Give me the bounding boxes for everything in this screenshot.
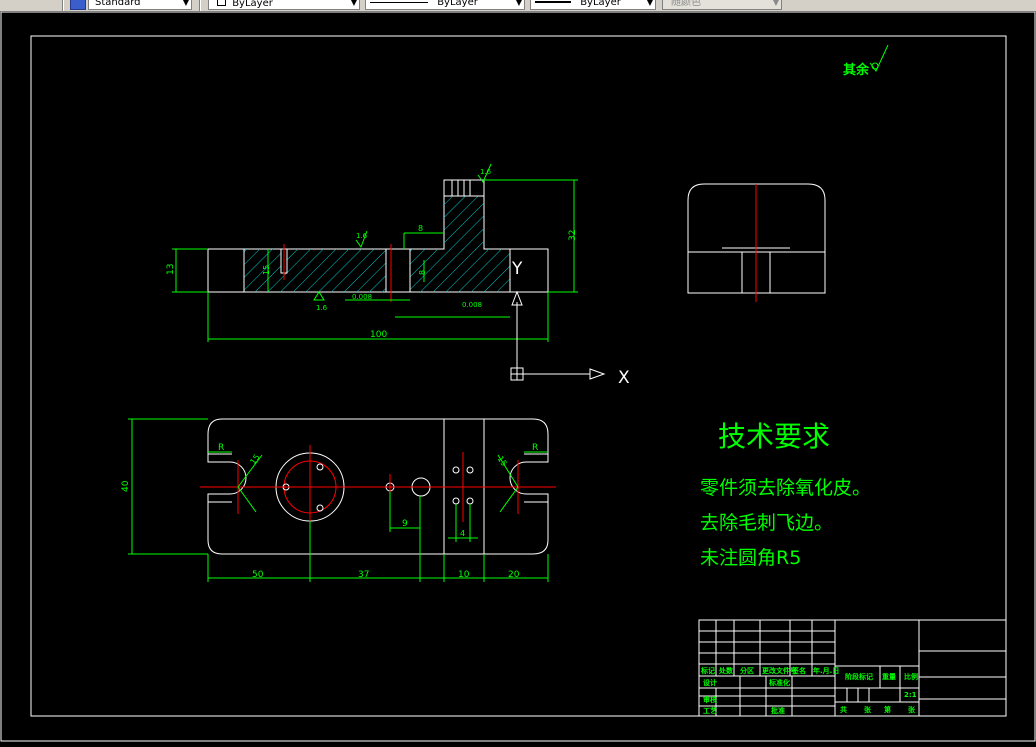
text-style-icon[interactable]: [70, 0, 86, 10]
technical-requirements: 技术要求 零件须去除氧化皮。 去除毛刺飞边。 未注圆角R5: [700, 420, 871, 569]
roughness-note: 其余: [843, 44, 889, 78]
threaded-hole-top: [451, 179, 459, 197]
tech-req-line-3: 未注圆角R5: [700, 547, 801, 569]
roughness-3: 1.6: [316, 304, 328, 312]
tb-stage: 阶段标记: [845, 672, 873, 681]
properties-toolbar: Standard ▼ ByLayer ▼ ByLayer ▼ ByLayer ▼…: [0, 0, 1036, 12]
section-hatch-riser: [444, 196, 484, 250]
tolerance-2: 0.008: [462, 301, 482, 309]
small-hole: [466, 466, 474, 474]
dim-r15-left: 15: [248, 453, 261, 467]
color-swatch-icon: [217, 0, 226, 6]
chevron-down-icon: ▼: [182, 0, 189, 7]
dim-d8-right: 8: [418, 270, 427, 275]
through-hole: [385, 248, 411, 293]
tb-designer: 设计: [703, 678, 717, 687]
chevron-down-icon: ▼: [646, 0, 653, 7]
linetype-value: ByLayer: [437, 0, 478, 8]
linetype-dropdown[interactable]: ByLayer ▼: [365, 0, 525, 10]
ucs-icon: [510, 290, 606, 381]
tb-sheet-unit-2: 张: [908, 705, 916, 714]
title-block-text: 标记 处数 分区 更改文件号 签名 年.月.日 设计 标准化 阶段标记 重量 比…: [700, 666, 918, 715]
small-hole: [466, 497, 474, 505]
tb-sheet-unit-1: 张: [864, 705, 872, 714]
dim-base-height: 13: [166, 264, 176, 275]
toolbar-separator: [199, 0, 201, 11]
tb-date: 年.月.日: [813, 666, 839, 675]
text-style-value: Standard: [95, 0, 141, 8]
chevron-down-icon: ▼: [350, 0, 357, 7]
tb-signature: 签名: [791, 666, 806, 675]
roughness-symbol-icon: [313, 291, 325, 301]
chevron-down-icon: ▼: [772, 0, 779, 7]
small-hole: [316, 463, 324, 471]
dim-plan-10: 10: [458, 570, 470, 580]
small-hole: [452, 466, 460, 474]
tb-review: 审核: [703, 695, 717, 704]
dim-plan-37: 37: [358, 570, 369, 580]
tb-scale-value: 2:1: [904, 691, 917, 699]
layer-dropdown[interactable]: ByLayer ▼: [208, 0, 360, 10]
text-style-dropdown[interactable]: Standard ▼: [88, 0, 192, 10]
top-dimensions: [128, 418, 549, 582]
side-view: [687, 183, 826, 302]
ucs-x-label: X: [618, 368, 630, 388]
roughness-circle: [871, 62, 879, 70]
chevron-down-icon: ▼: [515, 0, 522, 7]
dim-total-height: 32: [568, 230, 578, 241]
dim-width-40: 40: [121, 480, 131, 492]
dim-front-15: 15: [262, 265, 271, 275]
dim-plan-4: 4: [460, 529, 465, 538]
outer-frame: [0, 11, 1036, 742]
tb-mark: 标记: [700, 666, 715, 675]
inner-frame: [30, 35, 1007, 717]
dim-plan-50: 50: [252, 570, 264, 580]
tb-process: 工艺: [703, 706, 717, 715]
linetype-preview-icon: [370, 1, 428, 3]
dim-r15-right: 15: [496, 454, 509, 468]
lineweight-preview-icon: [535, 1, 571, 3]
tb-count: 处数: [718, 666, 734, 675]
small-hole: [452, 497, 460, 505]
top-view: 40 50 37 10 20 9 4 R R 15 15: [121, 418, 556, 582]
layer-value: ByLayer: [232, 0, 273, 9]
tb-weight: 重量: [882, 672, 896, 681]
small-hole: [316, 504, 324, 512]
tech-req-title: 技术要求: [718, 420, 830, 453]
lineweight-value: ByLayer: [580, 0, 621, 8]
tech-req-line-2: 去除毛刺飞边。: [700, 512, 833, 534]
tb-scale: 比例: [904, 672, 918, 681]
tech-req-line-1: 零件须去除氧化皮。: [700, 477, 871, 499]
dim-plan-20: 20: [508, 570, 520, 580]
dim-d8: 8: [418, 224, 423, 233]
front-view: Y 100 13 32 15 8 8 0.008 0.008 1.6 1.6 1…: [166, 163, 578, 342]
drawing-canvas[interactable]: 其余 Y 100 13 32 15 8 8 0.008 0.008 1.6 1.…: [0, 11, 1036, 743]
roughness-note-label: 其余: [843, 62, 870, 78]
plot-style-value: 随颜色: [671, 0, 701, 8]
tb-standardize: 标准化: [768, 678, 790, 687]
dim-r-right: R: [532, 443, 538, 453]
lineweight-dropdown[interactable]: ByLayer ▼: [530, 0, 656, 10]
threaded-hole-top: [463, 179, 471, 197]
tb-zone: 分区: [740, 666, 754, 675]
drawing-svg[interactable]: 其余 Y 100 13 32 15 8 8 0.008 0.008 1.6 1.…: [0, 11, 1036, 743]
toolbar-separator: [62, 0, 64, 11]
tb-sheet-no: 第: [884, 705, 891, 714]
tolerance-1: 0.008: [352, 293, 372, 301]
ucs-y-label: Y: [511, 259, 523, 279]
dim-plan-9: 9: [402, 519, 408, 529]
dim-r-left: R: [218, 443, 224, 453]
tb-approve: 批准: [771, 706, 785, 715]
plot-style-dropdown[interactable]: 随颜色 ▼: [662, 0, 782, 10]
dim-overall-length: 100: [370, 330, 387, 340]
tb-sheet-total: 共: [840, 705, 847, 714]
